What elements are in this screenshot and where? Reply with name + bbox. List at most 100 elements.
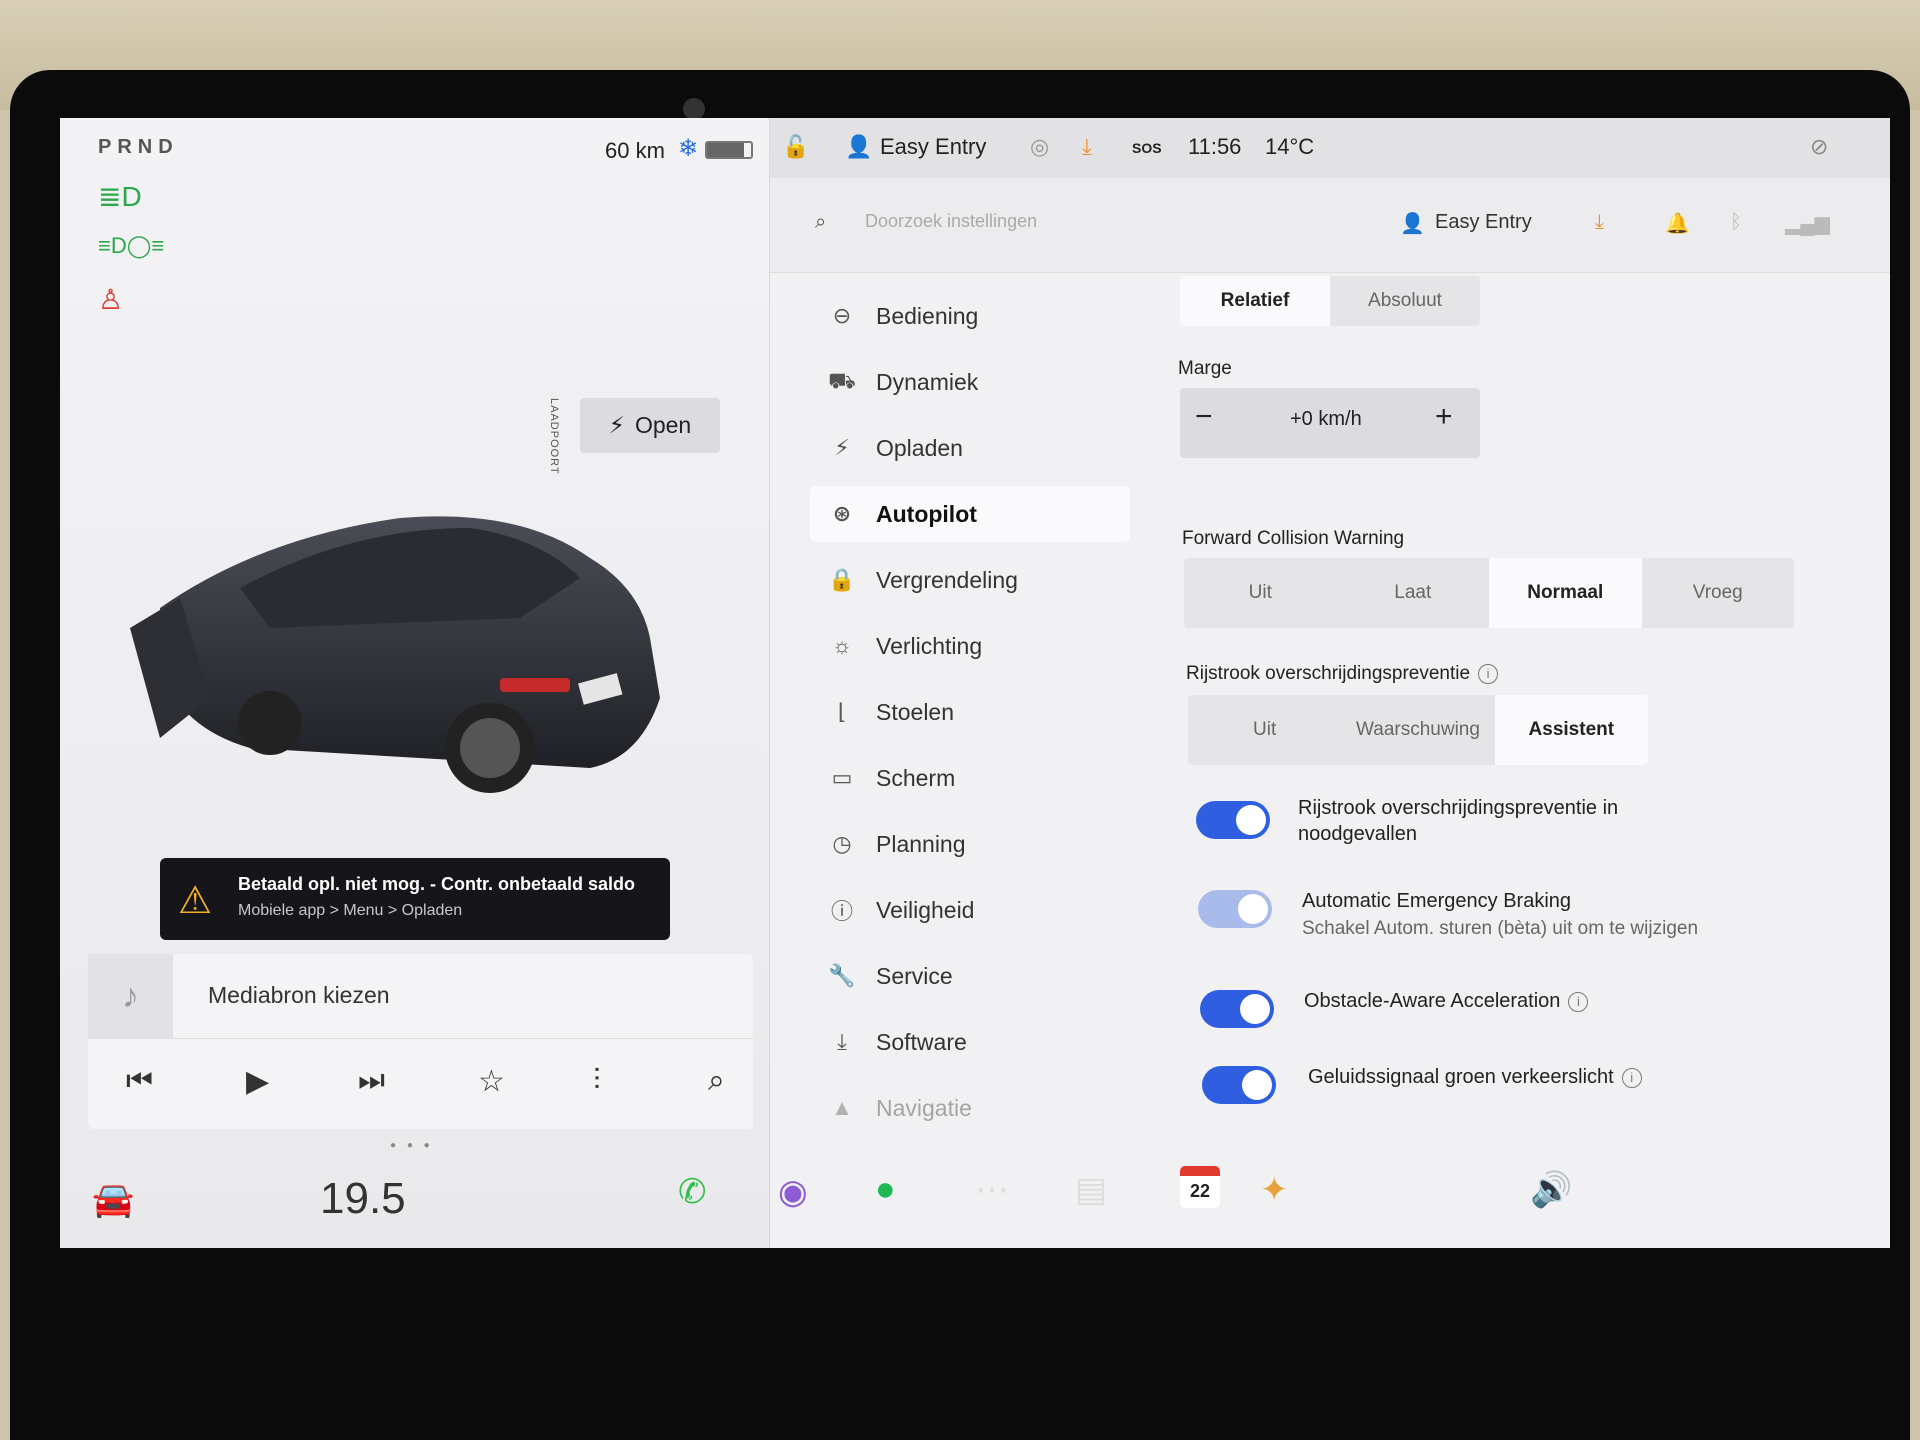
media-source-row[interactable]: ♪ Mediabron kiezen bbox=[88, 954, 753, 1039]
gear-indicator: PRND bbox=[98, 136, 179, 158]
nav-item-autopilot[interactable]: ⊛ Autopilot bbox=[810, 486, 1130, 542]
next-track-icon[interactable]: ⏭ bbox=[358, 1064, 385, 1098]
nav-item-opladen[interactable]: ⚡ Opladen bbox=[810, 420, 1130, 476]
nav-item-label: Dynamiek bbox=[876, 368, 979, 395]
signal-icon[interactable]: ▂▄▆ bbox=[1785, 211, 1830, 236]
charging-alert[interactable]: ⚠ Betaald opl. niet mog. - Contr. onbeta… bbox=[160, 858, 670, 940]
light-icon: ☼ bbox=[831, 633, 853, 658]
car-model-image[interactable] bbox=[120, 498, 720, 838]
update-download-icon[interactable]: ⤓ bbox=[1082, 134, 1092, 160]
play-icon[interactable]: ▶ bbox=[246, 1064, 269, 1099]
nav-item-label: Planning bbox=[876, 830, 966, 857]
profile-name[interactable]: Easy Entry bbox=[1435, 211, 1532, 234]
favorite-star-icon[interactable]: ☆ bbox=[478, 1064, 505, 1099]
option-normaal[interactable]: Normaal bbox=[1489, 558, 1642, 628]
sos-icon[interactable]: SOS bbox=[1132, 140, 1162, 156]
equalizer-icon[interactable]: ⫶ bbox=[593, 1064, 601, 1098]
info-icon[interactable]: i bbox=[1478, 663, 1499, 684]
nav-item-verlichting[interactable]: ☼ Verlichting bbox=[810, 618, 1130, 674]
sentry-icon[interactable]: ◎ bbox=[1030, 134, 1049, 160]
more-apps-icon[interactable]: ⋯ bbox=[975, 1170, 1009, 1210]
music-note-icon: ♪ bbox=[88, 954, 173, 1039]
notification-bell-icon[interactable]: 🔔 bbox=[1665, 211, 1690, 236]
nav-item-service[interactable]: 🔧 Service bbox=[810, 948, 1130, 1004]
nav-item-bediening[interactable]: ⊖ Bediening bbox=[810, 288, 1130, 344]
cabin-temperature[interactable]: 19.5 bbox=[320, 1174, 406, 1224]
toggle-icon: ⊖ bbox=[832, 303, 852, 328]
marge-stepper: − +0 km/h + bbox=[1180, 388, 1480, 458]
info-icon[interactable]: i bbox=[1621, 1067, 1642, 1088]
nav-item-software[interactable]: ⤓ Software bbox=[810, 1014, 1130, 1070]
camera-app-icon[interactable]: ◉ bbox=[778, 1172, 808, 1212]
nav-item-veiligheid[interactable]: ⓘ Veiligheid bbox=[810, 882, 1130, 938]
parking-lights-icon: ≡D◯≡ bbox=[98, 233, 165, 258]
option-relatief[interactable]: Relatief bbox=[1180, 276, 1330, 326]
bolt-icon: ⚡ bbox=[834, 435, 850, 460]
bluetooth-icon[interactable]: ᛒ bbox=[1730, 211, 1742, 234]
media-search-icon[interactable]: ⌕ bbox=[708, 1064, 725, 1098]
nav-item-label: Autopilot bbox=[876, 500, 977, 527]
emergency-ldp-toggle[interactable] bbox=[1196, 801, 1270, 839]
notes-app-icon[interactable]: ▤ bbox=[1075, 1170, 1107, 1210]
outside-temperature: 14°C bbox=[1265, 134, 1315, 159]
info-icon[interactable]: i bbox=[1568, 991, 1589, 1012]
nav-item-stoelen[interactable]: ⌊ Stoelen bbox=[810, 684, 1130, 740]
previous-track-icon[interactable]: ⏮ bbox=[126, 1064, 153, 1098]
download-icon[interactable]: ⤓ bbox=[1595, 211, 1604, 234]
aeb-toggle[interactable] bbox=[1198, 890, 1272, 928]
calendar-icon[interactable]: 22 bbox=[1180, 1166, 1220, 1208]
battery-icon bbox=[705, 141, 753, 159]
lock-icon: 🔒 bbox=[828, 567, 856, 592]
charge-port-label: LAADPOORT bbox=[548, 398, 560, 475]
option-laat[interactable]: Laat bbox=[1337, 558, 1490, 628]
option-waarschuwing[interactable]: Waarschuwing bbox=[1341, 695, 1494, 765]
wrench-icon: 🔧 bbox=[828, 963, 856, 988]
marge-label: Marge bbox=[1178, 358, 1232, 379]
passenger-airbag-icon: ⊘ bbox=[1810, 134, 1829, 159]
search-icon[interactable]: ⌕ bbox=[815, 211, 826, 234]
charge-port-open-button[interactable]: ⚡ Open bbox=[580, 398, 720, 453]
green-light-chime-label: Geluidssignaal groen verkeerslicht i bbox=[1308, 1064, 1642, 1090]
option-uit[interactable]: Uit bbox=[1188, 695, 1341, 765]
emergency-ldp-label: Rijstrook overschrijdingspreventie in no… bbox=[1298, 797, 1619, 845]
oaa-label: Obstacle-Aware Acceleration i bbox=[1304, 988, 1589, 1014]
oaa-toggle[interactable] bbox=[1200, 990, 1274, 1028]
car-icon[interactable]: 🚘 bbox=[92, 1180, 134, 1220]
nav-item-label: Software bbox=[876, 1028, 967, 1055]
page-dots: ● ● ● bbox=[390, 1140, 434, 1151]
nav-item-vergrendeling[interactable]: 🔒 Vergrendeling bbox=[810, 552, 1130, 608]
nav-item-label: Opladen bbox=[876, 434, 963, 461]
nav-item-navigatie[interactable]: ▲ Navigatie bbox=[810, 1080, 1130, 1136]
nav-item-scherm[interactable]: ▭ Scherm bbox=[810, 750, 1130, 806]
spotify-icon[interactable]: ● bbox=[875, 1170, 896, 1209]
vehicle-panel: PRND 60 km ❄ ≣D ≡D◯≡ ♙ LAADPOORT ⚡ Open bbox=[60, 118, 770, 1248]
option-absoluut[interactable]: Absoluut bbox=[1330, 276, 1480, 326]
nav-item-planning[interactable]: ◷ Planning bbox=[810, 816, 1130, 872]
green-light-chime-toggle[interactable] bbox=[1202, 1066, 1276, 1104]
option-vroeg[interactable]: Vroeg bbox=[1642, 558, 1795, 628]
option-assistent[interactable]: Assistent bbox=[1494, 695, 1648, 765]
nav-item-label: Bediening bbox=[876, 302, 979, 329]
clock: 11:56 bbox=[1188, 134, 1242, 159]
phone-icon[interactable]: ✆ bbox=[678, 1172, 707, 1212]
toybox-icon[interactable]: ✦ bbox=[1260, 1170, 1289, 1210]
decrease-button[interactable]: − bbox=[1195, 400, 1213, 434]
increase-button[interactable]: + bbox=[1435, 400, 1453, 434]
lock-open-icon[interactable]: 🔓 bbox=[782, 134, 809, 160]
seat-icon: ⌊ bbox=[837, 699, 847, 724]
nav-item-label: Veiligheid bbox=[876, 896, 975, 923]
media-player: ♪ Mediabron kiezen ⏮ ▶ ⏭ ☆ ⫶ ⌕ bbox=[88, 954, 753, 1129]
media-source-label: Mediabron kiezen bbox=[208, 982, 390, 1008]
camera bbox=[683, 98, 705, 120]
nav-item-dynamiek[interactable]: ⛟ Dynamiek bbox=[810, 354, 1130, 410]
settings-header: ⌕ Doorzoek instellingen 👤 Easy Entry ⤓ 🔔… bbox=[770, 178, 1890, 273]
steering-wheel-icon: ⊛ bbox=[832, 501, 852, 526]
search-input[interactable]: Doorzoek instellingen bbox=[865, 211, 1037, 232]
profile-name[interactable]: Easy Entry bbox=[880, 134, 986, 160]
nav-item-label: Navigatie bbox=[876, 1094, 972, 1121]
car-icon: ⛟ bbox=[828, 367, 856, 393]
aeb-subtext: Schakel Autom. sturen (bèta) uit om te w… bbox=[1302, 918, 1699, 939]
volume-icon[interactable]: 🔊 bbox=[1530, 1170, 1572, 1210]
option-uit[interactable]: Uit bbox=[1184, 558, 1337, 628]
fcw-label: Forward Collision Warning bbox=[1182, 528, 1405, 549]
